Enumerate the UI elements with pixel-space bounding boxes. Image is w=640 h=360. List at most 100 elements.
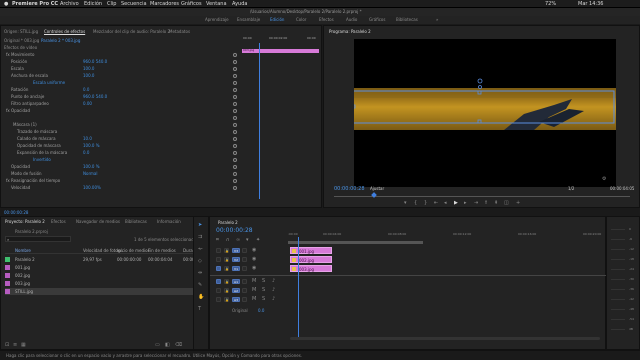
tab-effects[interactable]: Efectos bbox=[51, 219, 66, 224]
tab-project[interactable]: Proyecto: Paralelo 2 bbox=[5, 219, 45, 224]
workspace-tab[interactable]: Color bbox=[296, 17, 306, 22]
keyframe-reset-icon[interactable] bbox=[233, 81, 237, 85]
tab-source[interactable]: Origen: STILL.jpg bbox=[4, 29, 38, 34]
program-monitor-tab[interactable]: Programa: Paralelo 2 bbox=[329, 29, 371, 34]
effect-row[interactable]: Invertido bbox=[3, 157, 241, 163]
effect-row-value[interactable]: 100.00% bbox=[83, 185, 101, 190]
effect-row[interactable]: Trazado de máscara bbox=[3, 129, 241, 135]
effect-row[interactable]: fx Reasignación del tiempo bbox=[3, 178, 241, 184]
keyframe-reset-icon[interactable] bbox=[233, 74, 237, 78]
effect-row-value[interactable]: 0.0 bbox=[83, 150, 89, 155]
program-canvas[interactable] bbox=[354, 39, 616, 187]
keyframe-reset-icon[interactable] bbox=[233, 172, 237, 176]
tab-audio-mixer[interactable]: Mezclador del clip de audio: Paralelo 2 bbox=[93, 29, 170, 34]
project-item[interactable]: 003.jpg bbox=[5, 280, 205, 287]
workspace-tab[interactable]: Ensamblaje bbox=[237, 17, 260, 22]
lock-icon[interactable]: 🔒 bbox=[224, 297, 229, 302]
menu-clip[interactable]: Clip bbox=[107, 1, 116, 7]
keyframe-reset-icon[interactable] bbox=[233, 116, 237, 120]
effect-row-value[interactable]: 960.0 540.0 bbox=[83, 94, 107, 99]
tab-libraries[interactable]: Bibliotecas bbox=[125, 219, 147, 224]
microphone-icon[interactable]: ♪ bbox=[272, 288, 275, 293]
effect-row-value[interactable]: 960.0 540.0 bbox=[83, 59, 107, 64]
effect-row[interactable]: Opacidad 100.0 % bbox=[3, 164, 241, 170]
add-marker-icon[interactable]: ▾ bbox=[246, 238, 249, 243]
sync-lock-icon[interactable] bbox=[242, 266, 247, 271]
effect-row[interactable]: Máscara (1) bbox=[3, 122, 241, 128]
lift-icon[interactable]: ⇑ bbox=[484, 201, 488, 206]
keyframe-reset-icon[interactable] bbox=[233, 144, 237, 148]
mini-clip-bar[interactable]: 003.jpg bbox=[242, 48, 319, 53]
effect-row-value[interactable]: 10.0 bbox=[83, 136, 92, 141]
track-target-toggle[interactable]: A1 bbox=[232, 279, 240, 284]
timeline-ruler[interactable]: :00:00 00:00:04:00 00:00:08:00 00:00:12:… bbox=[288, 231, 601, 239]
slip-tool-icon[interactable]: ⇹ bbox=[198, 271, 202, 276]
program-timecode[interactable]: 00:00:00:28 bbox=[334, 186, 365, 192]
effect-row[interactable]: Punto de anclaje 960.0 540.0 bbox=[3, 94, 241, 100]
workspace-tab[interactable]: Bibliotecas bbox=[396, 17, 418, 22]
column-header[interactable]: Inicio de medios bbox=[117, 248, 150, 253]
keyframe-reset-icon[interactable] bbox=[233, 158, 237, 162]
effect-row-value[interactable]: 100.0 % bbox=[83, 164, 100, 169]
keyframe-reset-icon[interactable] bbox=[233, 130, 237, 134]
eye-icon[interactable]: ◉ bbox=[252, 266, 256, 271]
app-menu[interactable]: Premiere Pro CC bbox=[12, 1, 58, 7]
menu-edicion[interactable]: Edición bbox=[84, 1, 102, 7]
sync-lock-icon[interactable] bbox=[242, 279, 247, 284]
source-patch-toggle[interactable] bbox=[216, 266, 221, 271]
button-editor-icon[interactable]: + bbox=[516, 201, 520, 206]
effect-row-value[interactable]: 0.00 bbox=[83, 101, 92, 106]
step-back-icon[interactable]: ◂ bbox=[444, 201, 447, 206]
effect-row[interactable]: Velocidad 100.00% bbox=[3, 185, 241, 191]
keyframe-reset-icon[interactable] bbox=[233, 88, 237, 92]
master-volume[interactable]: 0.0 bbox=[258, 308, 264, 313]
snap-icon[interactable]: ∩ bbox=[226, 238, 230, 243]
timeline-playhead[interactable] bbox=[298, 237, 299, 339]
go-to-out-icon[interactable]: ⇥ bbox=[474, 201, 478, 206]
sync-lock-icon[interactable] bbox=[242, 288, 247, 293]
effect-row[interactable]: Posición 960.0 540.0 bbox=[3, 59, 241, 65]
project-item[interactable]: 002.jpg bbox=[5, 272, 205, 279]
sync-lock-icon[interactable] bbox=[242, 248, 247, 253]
quality-dropdown[interactable]: 1/2 bbox=[568, 186, 574, 191]
source-patch-toggle[interactable] bbox=[216, 248, 221, 253]
keyframe-reset-icon[interactable] bbox=[233, 123, 237, 127]
effect-controls-timecode[interactable]: 00:00:00:28 bbox=[4, 210, 28, 215]
track-target-toggle[interactable]: V3 bbox=[232, 248, 240, 253]
source-patch-toggle[interactable] bbox=[216, 297, 221, 302]
effect-row[interactable]: fx Movimiento bbox=[3, 52, 241, 58]
timeline-clip[interactable]: 003.jpg bbox=[290, 265, 332, 272]
go-to-in-icon[interactable]: ⇤ bbox=[434, 201, 438, 206]
mute-button[interactable]: M bbox=[252, 288, 256, 293]
keyframe-reset-icon[interactable] bbox=[233, 137, 237, 141]
extract-icon[interactable]: ⇞ bbox=[494, 201, 498, 206]
sequence-clip-label[interactable]: Paralelo 2 * 003.jpg bbox=[41, 38, 80, 43]
effect-row[interactable]: Rotación 0.0 bbox=[3, 87, 241, 93]
timeline-timecode[interactable]: 00:00:00:28 bbox=[216, 227, 253, 234]
lock-icon[interactable]: ⊡ bbox=[5, 343, 9, 348]
lock-icon[interactable]: 🔒 bbox=[224, 279, 229, 284]
sync-lock-icon[interactable] bbox=[242, 257, 247, 262]
effect-row-value[interactable]: 0.0 bbox=[83, 87, 89, 92]
icon-view-icon[interactable]: ▦ bbox=[21, 343, 26, 348]
menu-ventana[interactable]: Ventana bbox=[206, 1, 227, 7]
lock-icon[interactable]: 🔒 bbox=[224, 248, 229, 253]
keyframe-reset-icon[interactable] bbox=[233, 179, 237, 183]
effect-row-value[interactable]: Escala uniforme bbox=[33, 80, 65, 85]
add-marker-icon[interactable]: ▾ bbox=[404, 201, 407, 206]
effect-row[interactable] bbox=[3, 115, 241, 121]
track-target-toggle[interactable]: A2 bbox=[232, 288, 240, 293]
column-header[interactable]: Fin de medios bbox=[148, 248, 176, 253]
hand-tool-icon[interactable]: ✋ bbox=[198, 295, 204, 300]
fit-dropdown[interactable]: Ajustar bbox=[370, 186, 384, 191]
keyframe-reset-icon[interactable] bbox=[233, 67, 237, 71]
wrench-icon[interactable]: ⚙ bbox=[602, 177, 606, 182]
track-target-toggle[interactable]: A3 bbox=[232, 297, 240, 302]
solo-button[interactable]: S bbox=[262, 279, 265, 284]
microphone-icon[interactable]: ♪ bbox=[272, 279, 275, 284]
timeline-zoom-scrollbar[interactable] bbox=[290, 337, 600, 340]
workspace-tab[interactable]: Aprendizaje bbox=[205, 17, 229, 22]
trash-icon[interactable]: ⌫ bbox=[175, 343, 182, 348]
source-patch-toggle[interactable] bbox=[216, 288, 221, 293]
menu-marcadores[interactable]: Marcadores bbox=[150, 1, 179, 7]
